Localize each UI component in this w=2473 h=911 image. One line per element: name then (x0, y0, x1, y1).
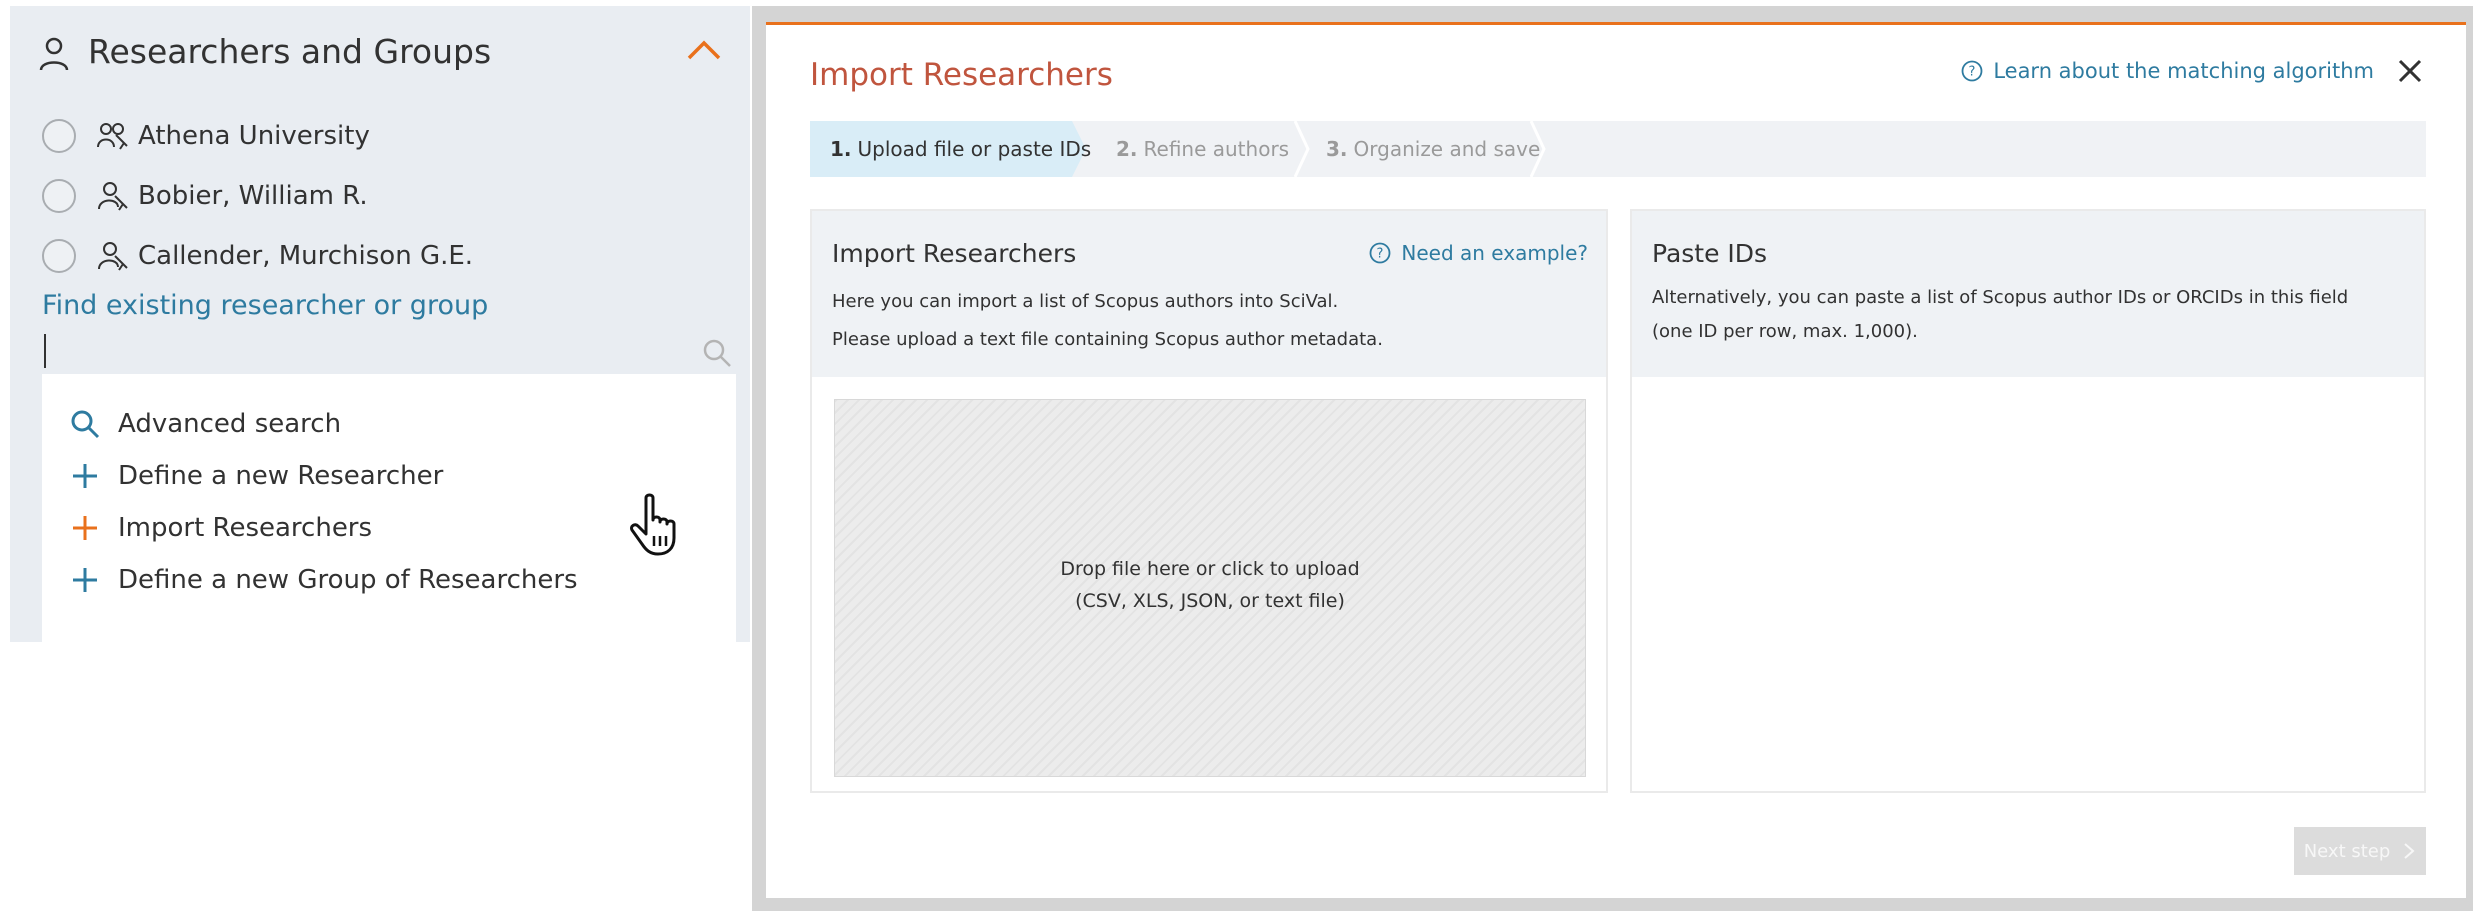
paste-limit: (one ID per row, max. 1,000). (1652, 321, 1918, 342)
learn-matching-link[interactable]: ? Learn about the matching algorithm (1961, 59, 2374, 83)
step-label: Organize and save (1353, 137, 1541, 161)
import-card: Import Researchers ? Need an example? He… (810, 209, 1608, 793)
chevron-up-icon[interactable] (686, 36, 722, 62)
list-item-athena[interactable]: Athena University (42, 106, 722, 166)
search-input[interactable] (42, 328, 736, 378)
search-icon (71, 410, 100, 439)
step-refine[interactable]: 2. Refine authors (1116, 121, 1289, 177)
list-item-label: Bobier, William R. (138, 181, 368, 211)
plus-icon (73, 464, 97, 488)
panel-header[interactable]: Researchers and Groups (10, 6, 750, 96)
step-number: 3. (1326, 137, 1348, 161)
paste-card-header: Paste IDs Alternatively, you can paste a… (1632, 211, 2424, 377)
step-organize[interactable]: 3. Organize and save (1326, 121, 1540, 177)
import-card-header: Import Researchers ? Need an example? He… (812, 211, 1606, 377)
help-icon: ? (1369, 242, 1391, 264)
paste-card-title: Paste IDs (1652, 239, 1768, 268)
list-item-callender[interactable]: Callender, Murchison G.E. (42, 226, 722, 286)
chevron-right-icon (2404, 843, 2415, 859)
close-icon[interactable] (2394, 55, 2426, 87)
wizard-stepper: 1. Upload file or paste IDs 2. Refine au… (810, 121, 2426, 177)
next-step-button[interactable]: Next step (2294, 827, 2426, 875)
define-researcher-item[interactable]: Define a new Researcher (70, 456, 443, 496)
radio-button[interactable] (42, 179, 76, 213)
radio-button[interactable] (42, 119, 76, 153)
search-icon (703, 339, 731, 367)
file-dropzone[interactable]: Drop file here or click to upload (CSV, … (834, 399, 1586, 777)
import-researchers-modal: Import Researchers ? Learn about the mat… (766, 22, 2466, 898)
plus-icon (73, 516, 97, 540)
find-existing-label: Find existing researcher or group (42, 290, 489, 321)
need-example-link[interactable]: ? Need an example? (1369, 241, 1588, 265)
step-label: Upload file or paste IDs (857, 137, 1092, 161)
need-example-label: Need an example? (1401, 241, 1588, 265)
define-group-item[interactable]: Define a new Group of Researchers (70, 560, 578, 600)
step-label: Refine authors (1143, 137, 1290, 161)
import-card-title: Import Researchers (832, 239, 1077, 268)
modal-title: Import Researchers (810, 57, 1113, 93)
user-icon (39, 37, 69, 71)
svg-text:?: ? (1377, 247, 1384, 262)
step-number: 1. (830, 137, 852, 161)
dropzone-prompt: Drop file here or click to upload (1060, 558, 1360, 580)
paste-ids-textarea[interactable] (1632, 377, 2424, 791)
paste-description: Alternatively, you can paste a list of S… (1652, 287, 2349, 308)
svg-text:?: ? (1969, 65, 1976, 80)
next-step-label: Next step (2303, 840, 2391, 862)
list-item-label: Callender, Murchison G.E. (138, 241, 474, 271)
researcher-icon (98, 182, 128, 211)
import-instructions: Please upload a text file containing Sco… (832, 329, 1383, 350)
panel-title: Researchers and Groups (88, 32, 492, 71)
hand-cursor-icon (630, 493, 676, 556)
advanced-search-item[interactable]: Advanced search (70, 404, 341, 444)
paste-ids-card: Paste IDs Alternatively, you can paste a… (1630, 209, 2426, 793)
group-icon (97, 123, 128, 150)
dropzone-formats: (CSV, XLS, JSON, or text file) (1075, 590, 1345, 612)
menu-item-label: Define a new Group of Researchers (118, 565, 578, 595)
step-separator (1294, 121, 1310, 177)
list-item-bobier[interactable]: Bobier, William R. (42, 166, 722, 226)
researcher-icon (98, 242, 128, 271)
text-caret (44, 334, 46, 368)
learn-link-label: Learn about the matching algorithm (1993, 59, 2374, 83)
radio-button[interactable] (42, 239, 76, 273)
menu-item-label: Advanced search (118, 409, 342, 439)
menu-item-label: Import Researchers (118, 513, 373, 543)
list-item-label: Athena University (138, 121, 370, 151)
help-icon: ? (1961, 60, 1983, 82)
step-number: 2. (1116, 137, 1138, 161)
researcher-list: Athena University Bobier, William R. Cal… (42, 106, 722, 286)
plus-icon (73, 568, 97, 592)
menu-item-label: Define a new Researcher (118, 461, 444, 491)
import-researchers-item[interactable]: Import Researchers (70, 508, 372, 548)
import-description: Here you can import a list of Scopus aut… (832, 291, 1339, 312)
researchers-panel: Researchers and Groups Athena University… (10, 6, 760, 642)
step-upload[interactable]: 1. Upload file or paste IDs (830, 121, 1091, 177)
